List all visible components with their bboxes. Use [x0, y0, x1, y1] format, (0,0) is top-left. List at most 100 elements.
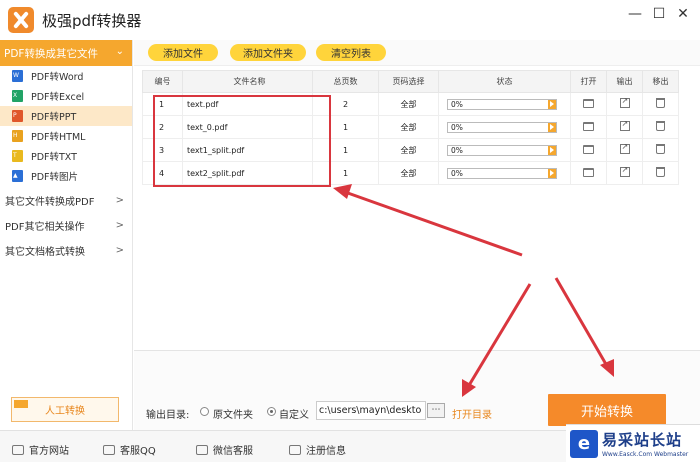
wechat-icon [196, 444, 208, 455]
footer-website-link[interactable]: 官方网站 [12, 442, 69, 457]
play-icon[interactable] [548, 122, 556, 132]
watermark-cn: 易采站长站 [602, 431, 683, 449]
open-directory-link[interactable]: 打开目录 [452, 406, 492, 421]
sidebar: PDF转换成其它文件 ⌄ W PDF转Word X PDF转Excel P PD… [0, 40, 133, 430]
footer-qq-link[interactable]: 客服QQ [103, 442, 156, 457]
sidebar-item-pdf-to-html[interactable]: H PDF转HTML [0, 126, 132, 146]
footer-qq-label: 客服QQ [120, 446, 156, 457]
sidebar-group-pdf-other-ops[interactable]: PDF其它相关操作 > [0, 215, 132, 235]
sidebar-item-label: PDF转TXT [31, 152, 77, 163]
cell-page-range[interactable]: 全部 [378, 161, 439, 185]
col-page-range: 页码选择 [378, 70, 439, 93]
trash-icon[interactable] [656, 144, 665, 154]
progress-label: 0% [451, 122, 463, 132]
sidebar-group-other-to-pdf[interactable]: 其它文件转换成PDF > [0, 190, 132, 210]
progress-bar: 0% [447, 121, 557, 133]
maximize-button[interactable]: ☐ [650, 6, 668, 22]
cell-number: 2 [142, 115, 183, 139]
trash-icon[interactable] [656, 167, 665, 177]
footer-register-link[interactable]: 注册信息 [289, 442, 346, 457]
export-icon[interactable] [619, 96, 630, 108]
cell-page-range[interactable]: 全部 [378, 115, 439, 139]
table-row[interactable]: 2 text_0.pdf 1 全部 0% [142, 115, 679, 139]
watermark: e 易采站长站 Www.Easck.Com Webmaster [566, 424, 700, 462]
output-bar: 输出目录: 原文件夹 自定义 c:\users\mayn\deskto ⋯ 打开… [134, 350, 700, 430]
folder-icon[interactable] [583, 144, 594, 154]
app-title: 极强pdf转换器 [42, 11, 142, 30]
start-convert-button[interactable]: 开始转换 [548, 394, 666, 426]
ppt-icon: P [12, 110, 23, 122]
website-icon [12, 444, 24, 455]
export-icon[interactable] [619, 119, 630, 131]
play-icon[interactable] [548, 145, 556, 155]
watermark-text: 易采站长站 Www.Easck.Com Webmaster [602, 429, 688, 458]
cell-output [606, 161, 643, 185]
sidebar-item-label: PDF转Word [31, 72, 84, 83]
progress-bar: 0% [447, 144, 557, 156]
browse-button[interactable]: ⋯ [427, 403, 445, 418]
folder-icon[interactable] [583, 167, 594, 177]
cell-filename: text_0.pdf [182, 115, 313, 139]
qq-icon [103, 444, 115, 455]
cell-page-range[interactable]: 全部 [378, 92, 439, 116]
cell-pages: 2 [312, 92, 379, 116]
cell-open [570, 161, 607, 185]
col-status: 状态 [438, 70, 571, 93]
sidebar-item-pdf-to-image[interactable]: ▲ PDF转图片 [0, 166, 132, 186]
table-row[interactable]: 3 text1_split.pdf 1 全部 0% [142, 138, 679, 162]
radio-custom-label[interactable]: 自定义 [279, 406, 309, 421]
sidebar-item-pdf-to-txt[interactable]: T PDF转TXT [0, 146, 132, 166]
chevron-right-icon: > [115, 219, 124, 231]
sidebar-group-other-formats[interactable]: 其它文档格式转换 > [0, 240, 132, 260]
close-button[interactable]: ✕ [674, 6, 692, 22]
sidebar-item-label: PDF转图片 [31, 172, 79, 183]
title-bar: 极强pdf转换器 — ☐ ✕ [0, 0, 700, 40]
footer-wechat-label: 微信客服 [213, 446, 253, 457]
radio-custom-folder[interactable] [267, 407, 276, 416]
footer-wechat-link[interactable]: 微信客服 [196, 442, 253, 457]
radio-original-label[interactable]: 原文件夹 [213, 406, 253, 421]
progress-label: 0% [451, 168, 463, 178]
play-icon[interactable] [548, 168, 556, 178]
sidebar-item-pdf-to-ppt[interactable]: P PDF转PPT [0, 106, 132, 126]
sidebar-item-pdf-to-word[interactable]: W PDF转Word [0, 66, 132, 86]
radio-original-folder[interactable] [200, 407, 209, 416]
cell-number: 1 [142, 92, 183, 116]
folder-icon[interactable] [583, 121, 594, 131]
watermark-logo-icon: e [570, 429, 598, 458]
watermark-en: Www.Easck.Com Webmaster [602, 451, 689, 458]
clear-list-button[interactable]: 清空列表 [316, 44, 386, 61]
cell-output [606, 92, 643, 116]
col-filename: 文件名称 [182, 70, 313, 93]
html-icon: H [12, 130, 23, 142]
table-row[interactable]: 1 text.pdf 2 全部 0% [142, 92, 679, 116]
cell-remove [642, 92, 679, 116]
col-remove: 移出 [642, 70, 679, 93]
output-path-field[interactable]: c:\users\mayn\deskto [316, 401, 426, 420]
cell-pages: 1 [312, 138, 379, 162]
col-output: 输出 [606, 70, 643, 93]
manual-convert-button[interactable]: 人工转换 [11, 397, 119, 422]
cell-page-range[interactable]: 全部 [378, 138, 439, 162]
sidebar-item-label: PDF转HTML [31, 132, 86, 143]
sidebar-item-pdf-to-excel[interactable]: X PDF转Excel [0, 86, 132, 106]
trash-icon[interactable] [656, 121, 665, 131]
cell-status: 0% [438, 115, 571, 139]
cell-pages: 1 [312, 115, 379, 139]
table-row[interactable]: 4 text2_split.pdf 1 全部 0% [142, 161, 679, 185]
sidebar-header-pdf-to-other[interactable]: PDF转换成其它文件 ⌄ [0, 40, 132, 66]
cell-remove [642, 138, 679, 162]
export-icon[interactable] [619, 165, 630, 177]
cell-output [606, 138, 643, 162]
cell-filename: text1_split.pdf [182, 138, 313, 162]
minimize-button[interactable]: — [626, 6, 644, 22]
play-icon[interactable] [548, 99, 556, 109]
file-table: 编号 文件名称 总页数 页码选择 状态 打开 输出 移出 1 text.pdf … [142, 70, 679, 185]
add-folder-button[interactable]: 添加文件夹 [230, 44, 306, 61]
add-file-button[interactable]: 添加文件 [148, 44, 218, 61]
footer-register-label: 注册信息 [306, 446, 346, 457]
export-icon[interactable] [619, 142, 630, 154]
folder-icon[interactable] [583, 98, 594, 108]
trash-icon[interactable] [656, 98, 665, 108]
register-icon [289, 444, 301, 455]
